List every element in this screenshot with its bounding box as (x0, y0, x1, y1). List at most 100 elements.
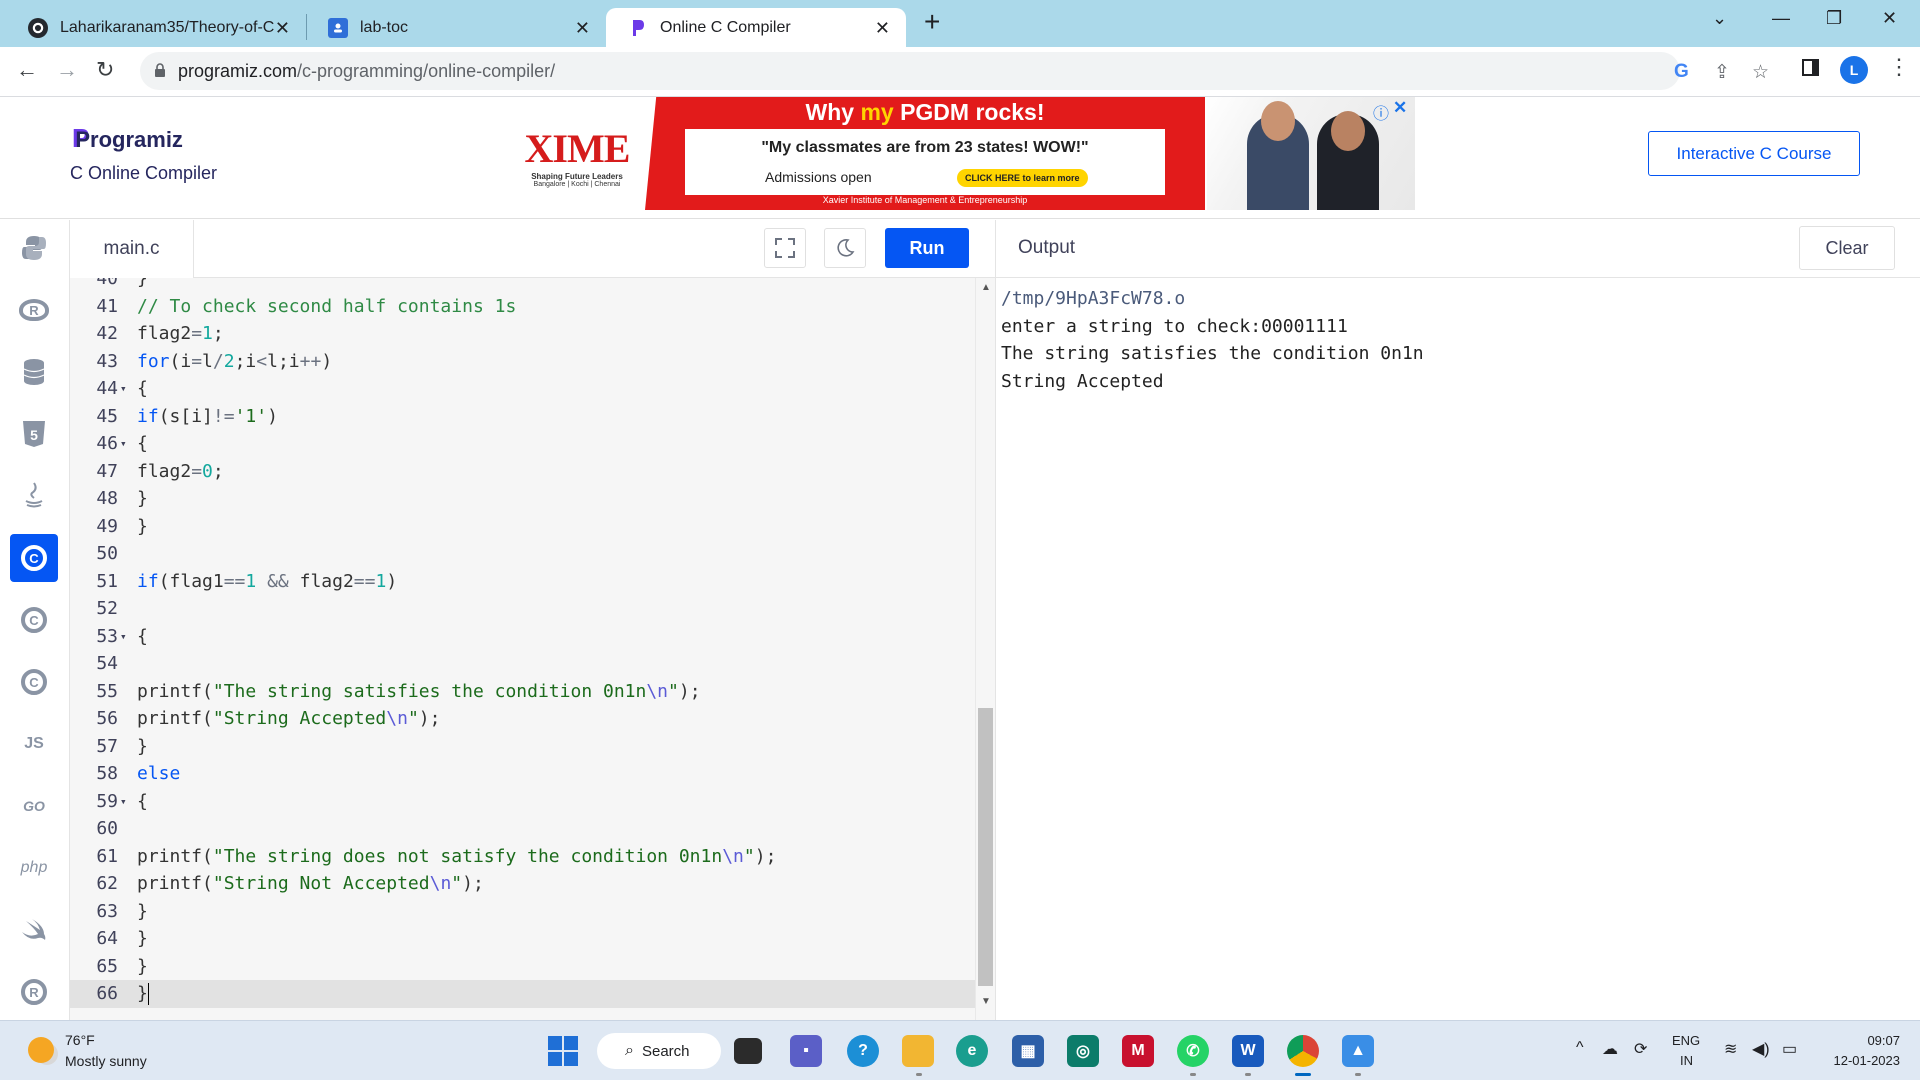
minimize-button[interactable]: — (1772, 8, 1790, 29)
ad-cta-button[interactable]: CLICK HERE to learn more (957, 169, 1088, 187)
scrollbar-thumb[interactable] (978, 708, 993, 986)
microsoft-store-icon[interactable]: ▦ (1012, 1035, 1044, 1067)
clock-time[interactable]: 09:07 (1860, 1033, 1900, 1048)
ad-close-icon[interactable]: ✕ (1393, 98, 1407, 118)
cpp-icon[interactable]: C (10, 596, 58, 644)
weather-description[interactable]: Mostly sunny (65, 1053, 147, 1069)
onedrive-cloud-icon[interactable]: ☁ (1602, 1039, 1618, 1059)
windows-start-icon[interactable] (548, 1036, 578, 1066)
js-icon[interactable]: JS (10, 720, 58, 768)
go-icon[interactable]: GO (10, 782, 58, 830)
html-icon[interactable]: 5 (10, 410, 58, 458)
java-icon[interactable] (10, 472, 58, 520)
input-region[interactable]: IN (1680, 1053, 1693, 1068)
fold-arrow-icon[interactable]: ▾ (120, 623, 127, 651)
sync-icon[interactable]: ⟳ (1634, 1039, 1647, 1059)
google-icon[interactable]: G (1674, 61, 1689, 83)
close-tab-icon[interactable]: ✕ (575, 18, 590, 39)
advertisement-banner[interactable]: XIME Shaping Future Leaders Bangalore | … (517, 97, 1415, 210)
code-token: ); (418, 708, 441, 729)
tab-search-chevron-icon[interactable]: ⌄ (1712, 8, 1727, 29)
battery-icon[interactable]: ▭ (1782, 1039, 1797, 1059)
browser-tab-github[interactable]: Laharikaranam35/Theory-of-Com ✕ (6, 8, 306, 47)
editor-scrollbar[interactable]: ▲ ▼ (975, 278, 995, 1020)
code-line: 50 (70, 540, 975, 568)
browser-tab-online-c-compiler[interactable]: Online C Compiler ✕ (606, 8, 906, 47)
fold-arrow-icon[interactable]: ▾ (120, 430, 127, 458)
fold-arrow-icon[interactable]: ▾ (120, 375, 127, 403)
line-number: 55 (96, 680, 118, 702)
swift-icon[interactable] (10, 906, 58, 954)
restore-button[interactable]: ❐ (1826, 8, 1842, 29)
js-icon-label: JS (24, 735, 44, 752)
code-token: ;i (234, 350, 257, 372)
code-token: flag2 (137, 323, 192, 344)
forward-arrow-icon[interactable]: → (56, 57, 78, 83)
profile-avatar[interactable]: L (1840, 56, 1868, 84)
moon-icon (837, 239, 855, 257)
line-number: 57 (96, 735, 118, 757)
input-language[interactable]: ENG (1672, 1033, 1700, 1048)
line-number: 52 (96, 598, 118, 619)
search-icon: ⌕ (625, 1042, 634, 1059)
r-icon[interactable]: R (10, 286, 58, 334)
taskbar-search-button[interactable]: ⌕ Search (597, 1033, 721, 1069)
close-tab-icon[interactable]: ✕ (875, 18, 890, 39)
code-text: { (137, 433, 148, 454)
close-tab-icon[interactable]: ✕ (275, 18, 290, 39)
c-icon[interactable]: C (10, 534, 58, 582)
get-help-icon[interactable]: ? (847, 1035, 879, 1067)
app-icon[interactable]: ◎ (1067, 1035, 1099, 1067)
code-token: ) (267, 405, 278, 427)
clock-date[interactable]: 12-01-2023 (1822, 1053, 1901, 1068)
php-icon[interactable]: php (10, 844, 58, 892)
scroll-down-arrow-icon[interactable]: ▼ (981, 996, 991, 1007)
clear-button[interactable]: Clear (1799, 226, 1895, 270)
weather-temperature[interactable]: 76°F (65, 1032, 95, 1048)
csharp-icon[interactable]: C (10, 658, 58, 706)
volume-icon[interactable]: ◀) (1752, 1039, 1770, 1059)
bookmark-star-icon[interactable]: ☆ (1752, 61, 1769, 84)
browser-tab-lab-toc[interactable]: lab-toc ✕ (306, 8, 606, 47)
side-panel-icon[interactable] (1802, 59, 1819, 76)
weather-sun-icon[interactable] (28, 1037, 54, 1063)
share-icon[interactable]: ⇪ (1714, 61, 1730, 84)
code-editor[interactable]: 40} 41 // To check second half contains 1… (70, 278, 975, 1020)
browser-menu-icon[interactable]: ⋮ (1888, 54, 1910, 80)
reload-icon[interactable]: ↻ (96, 57, 114, 83)
whatsapp-icon[interactable]: ✆ (1177, 1035, 1209, 1067)
sql-icon[interactable] (10, 348, 58, 396)
code-token: ; (212, 323, 224, 344)
windows-taskbar: 76°F Mostly sunny ⌕ Search ▪ ? e ▦ ◎ M ✆ … (0, 1020, 1920, 1080)
close-window-button[interactable]: ✕ (1882, 8, 1897, 29)
address-bar[interactable]: programiz.com/c-programming/online-compi… (140, 52, 1769, 90)
output-console[interactable]: /tmp/9HpA3FcW78.o enter a string to chec… (995, 278, 1920, 1020)
interactive-c-course-button[interactable]: Interactive C Course (1648, 131, 1860, 176)
wifi-icon[interactable]: ≋ (1724, 1039, 1737, 1059)
fold-arrow-icon[interactable]: ▾ (120, 788, 127, 816)
python-icon[interactable] (10, 224, 58, 272)
chrome-icon[interactable] (1287, 1035, 1319, 1067)
word-icon[interactable]: W (1232, 1035, 1264, 1067)
back-arrow-icon[interactable]: ← (16, 57, 38, 83)
code-token: ); (462, 873, 484, 894)
show-hidden-icons-chevron[interactable]: ^ (1576, 1039, 1584, 1057)
new-tab-button[interactable]: + (924, 6, 940, 38)
code-token: } (137, 983, 148, 1004)
run-button[interactable]: Run (885, 228, 969, 268)
ad-info-icon[interactable]: ⓘ (1373, 100, 1389, 124)
file-tab-main-c[interactable]: main.c (70, 220, 194, 278)
code-text: printf("String Not Accepted\n"); (137, 870, 484, 898)
fullscreen-button[interactable] (764, 228, 806, 268)
photos-icon[interactable]: ▲ (1342, 1035, 1374, 1067)
dark-mode-button[interactable] (824, 228, 866, 268)
teams-chat-icon[interactable]: ▪ (790, 1035, 822, 1067)
file-explorer-icon[interactable] (902, 1035, 934, 1067)
programiz-logo[interactable]: PProgramiz (72, 123, 183, 154)
mcafee-icon[interactable]: M (1122, 1035, 1154, 1067)
code-line: 42 flag2=1; (70, 320, 975, 348)
task-view-icon[interactable] (734, 1038, 762, 1064)
rust-icon[interactable]: R (10, 968, 58, 1016)
scroll-up-arrow-icon[interactable]: ▲ (981, 282, 991, 293)
edge-icon[interactable]: e (956, 1035, 988, 1067)
